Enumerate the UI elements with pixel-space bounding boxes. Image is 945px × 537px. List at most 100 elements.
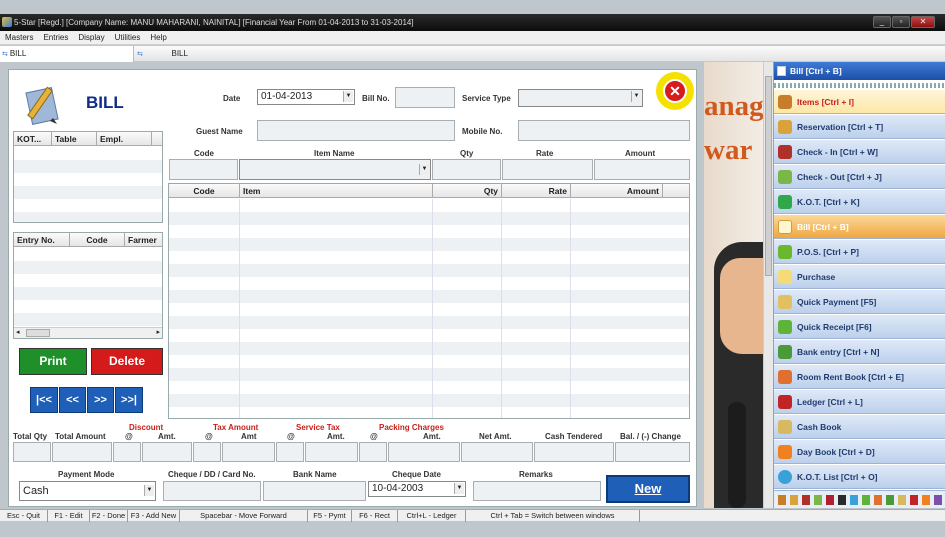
sidebar-item-kot-list[interactable]: K.O.T. List [Ctrl + O] <box>774 465 945 489</box>
entry-code-header: Code <box>194 149 214 158</box>
bank-entry-icon[interactable] <box>898 495 906 505</box>
sidebar-item-cash-book[interactable]: Cash Book <box>774 415 945 439</box>
sidebar-item-kot[interactable]: K.O.T. [Ctrl + K] <box>774 190 945 214</box>
first-record-button[interactable]: |<< <box>30 387 58 413</box>
minimize-button[interactable]: _ <box>873 16 891 28</box>
pos-icon[interactable] <box>850 495 858 505</box>
entry-qty-field[interactable] <box>432 159 501 180</box>
kot-grid-rows <box>14 147 162 222</box>
service-tax-pct-field[interactable] <box>276 442 304 462</box>
remarks-field[interactable] <box>473 481 601 501</box>
sidebar-item-reservation[interactable]: Reservation [Ctrl + T] <box>774 115 945 139</box>
bank-name-field[interactable] <box>263 481 366 501</box>
maximize-button[interactable]: ▫ <box>892 16 910 28</box>
sidebar-item-label: Bill [Ctrl + B] <box>797 222 849 232</box>
sidebar-item-room-rent-book[interactable]: Room Rent Book [Ctrl + E] <box>774 365 945 389</box>
packing-amt-field[interactable] <box>388 442 460 462</box>
quick-payment-icon[interactable] <box>874 495 882 505</box>
vertical-scrollbar[interactable] <box>763 62 773 508</box>
new-button[interactable]: New <box>606 475 690 503</box>
cheque-date-picker[interactable]: 10-04-2003 ▼ <box>368 481 466 497</box>
sidebar-item-quick-receipt[interactable]: Quick Receipt [F6] <box>774 315 945 339</box>
entry-rate-field[interactable] <box>502 159 593 180</box>
purchase-icon[interactable] <box>862 495 870 505</box>
total-qty-field[interactable] <box>13 442 51 462</box>
qty-col-header: Qty <box>433 184 502 198</box>
sidebar-item-quick-payment[interactable]: Quick Payment [F5] <box>774 290 945 314</box>
mobile-field[interactable] <box>518 120 690 141</box>
menu-display[interactable]: Display <box>73 31 109 45</box>
reservation-icon <box>778 120 792 134</box>
check-out-icon[interactable] <box>814 495 822 505</box>
bank-entry-icon <box>778 345 792 359</box>
day-book-icon[interactable] <box>922 495 930 505</box>
discount-pct-field[interactable] <box>113 442 141 462</box>
reservation-icon[interactable] <box>790 495 798 505</box>
sidebar-item-purchase[interactable]: Purchase <box>774 265 945 289</box>
status-ctrl-tab: Ctrl + Tab = Switch between windows <box>466 510 640 522</box>
cash-tendered-field[interactable] <box>534 442 614 462</box>
sidebar-item-items[interactable]: Items [Ctrl + I] <box>774 90 945 114</box>
entry-grid[interactable]: Entry No. Code Farmer ◂ ▸ <box>13 232 163 339</box>
entry-amount-field[interactable] <box>594 159 690 180</box>
delete-button[interactable]: Delete <box>91 348 163 375</box>
print-button[interactable]: Print <box>19 348 87 375</box>
sidebar-item-bill[interactable]: Bill [Ctrl + B] <box>774 215 945 239</box>
check-in-icon[interactable] <box>802 495 810 505</box>
close-form-button[interactable]: ✕ <box>656 72 694 110</box>
packing-pct-field[interactable] <box>359 442 387 462</box>
next-record-button[interactable]: >> <box>87 387 114 413</box>
kot-list-icon[interactable] <box>934 495 942 505</box>
entry-item-select[interactable]: ▼ <box>239 159 431 180</box>
scroll-left-icon[interactable]: ◂ <box>16 328 20 336</box>
close-window-button[interactable]: ✕ <box>911 16 935 28</box>
service-tax-amt-field[interactable] <box>305 442 358 462</box>
tax-amt-field[interactable] <box>222 442 275 462</box>
menu-masters[interactable]: Masters <box>0 31 38 45</box>
scroll-thumb[interactable] <box>26 329 50 337</box>
entry-code-field[interactable] <box>169 159 238 180</box>
sidebar-item-day-book[interactable]: Day Book [Ctrl + D] <box>774 440 945 464</box>
sidebar-item-pos[interactable]: P.O.S. [Ctrl + P] <box>774 240 945 264</box>
bill-icon[interactable] <box>838 495 846 505</box>
total-qty-label: Total Qty <box>13 432 48 441</box>
balance-change-field[interactable] <box>615 442 690 462</box>
tab-bill-1[interactable]: ⇆ BILL <box>0 46 134 62</box>
quick-receipt-icon <box>778 320 792 334</box>
sidebar-item-check-out[interactable]: Check - Out [Ctrl + J] <box>774 165 945 189</box>
menu-utilities[interactable]: Utilities <box>110 31 146 45</box>
sidebar-item-check-in[interactable]: Check - In [Ctrl + W] <box>774 140 945 164</box>
kot-icon[interactable] <box>826 495 834 505</box>
sidebar-header: Bill [Ctrl + B] <box>774 62 945 80</box>
payment-mode-value: Cash <box>23 485 49 497</box>
billno-field[interactable] <box>395 87 455 108</box>
menu-help[interactable]: Help <box>145 31 171 45</box>
quick-receipt-icon[interactable] <box>886 495 894 505</box>
sidebar-item-label: Check - Out [Ctrl + J] <box>797 172 882 182</box>
payment-mode-select[interactable]: Cash ▼ <box>19 481 156 501</box>
items-icon[interactable] <box>778 495 786 505</box>
sidebar-item-label: Check - In [Ctrl + W] <box>797 147 878 157</box>
scroll-thumb[interactable] <box>765 76 772 276</box>
net-amt-field[interactable] <box>461 442 533 462</box>
guest-name-field[interactable] <box>257 120 455 141</box>
scroll-right-icon[interactable]: ▸ <box>156 328 160 336</box>
payment-mode-label: Payment Mode <box>58 470 115 479</box>
ledger-icon[interactable] <box>910 495 918 505</box>
cheque-no-field[interactable] <box>163 481 261 501</box>
last-record-button[interactable]: >>| <box>115 387 143 413</box>
sidebar-item-bank-entry[interactable]: Bank entry [Ctrl + N] <box>774 340 945 364</box>
service-type-select[interactable]: ▼ <box>518 89 643 107</box>
tab-bill-2[interactable]: ⇆ BILL <box>135 46 275 62</box>
total-amount-field[interactable] <box>52 442 112 462</box>
tax-pct-field[interactable] <box>193 442 221 462</box>
discount-amt-field[interactable] <box>142 442 192 462</box>
kot-grid[interactable]: KOT... Table Empl. <box>13 131 163 223</box>
items-grid[interactable]: Code Item Qty Rate Amount <box>168 183 690 419</box>
sidebar-item-ledger[interactable]: Ledger [Ctrl + L] <box>774 390 945 414</box>
menu-entries[interactable]: Entries <box>38 31 73 45</box>
horizontal-scrollbar[interactable]: ◂ ▸ <box>14 327 162 338</box>
date-picker[interactable]: 01-04-2013 ▼ <box>257 89 355 105</box>
previous-record-button[interactable]: << <box>59 387 86 413</box>
status-bar: Esc - Quit F1 - Edit F2 - Done F3 - Add … <box>0 509 945 522</box>
